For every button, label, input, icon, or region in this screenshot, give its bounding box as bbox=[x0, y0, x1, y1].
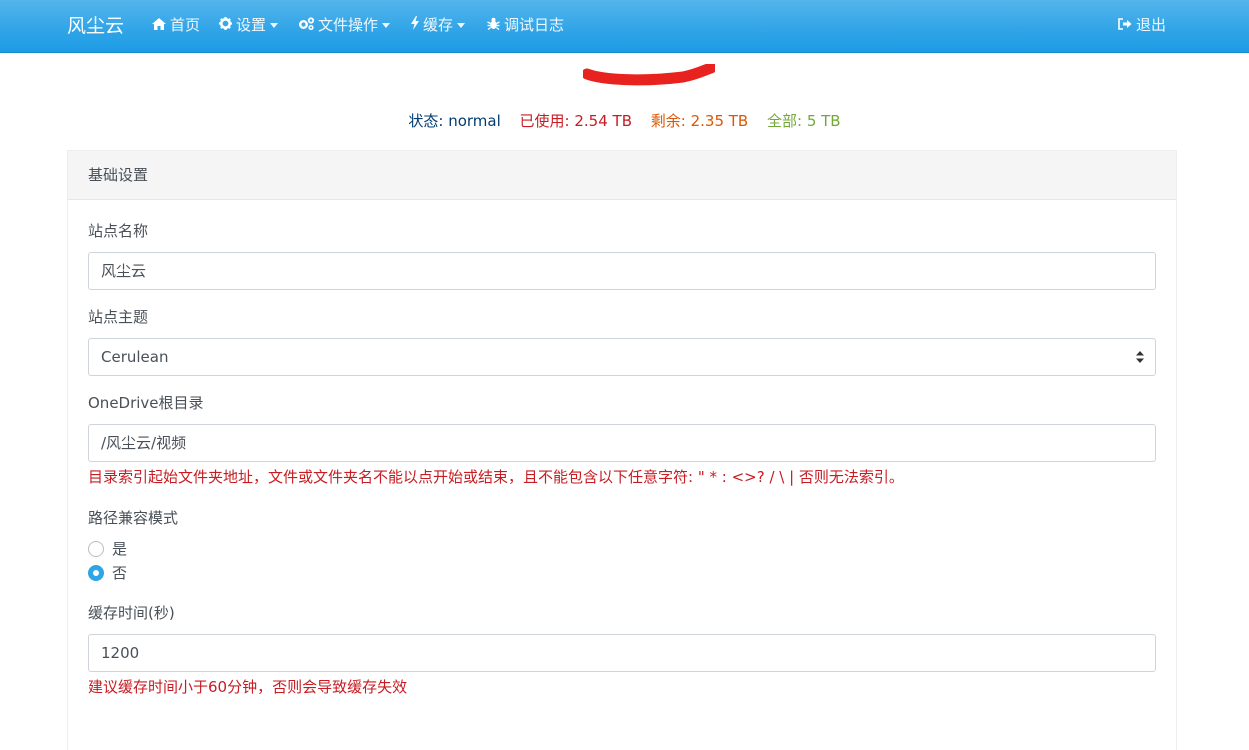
nav-file-ops-label: 文件操作 bbox=[318, 16, 379, 34]
root-dir-label: OneDrive根目录 bbox=[88, 394, 204, 412]
site-theme-select[interactable]: Cerulean bbox=[88, 338, 1156, 376]
path-compat-no-label: 否 bbox=[112, 564, 128, 582]
sign-out-icon bbox=[1117, 16, 1133, 38]
site-theme-selected-value: Cerulean bbox=[101, 348, 169, 366]
nav-home[interactable]: 首页 bbox=[151, 14, 200, 36]
caret-down-icon bbox=[382, 23, 391, 28]
cache-time-label: 缓存时间(秒) bbox=[88, 604, 175, 622]
home-icon bbox=[151, 16, 167, 38]
top-navbar: 风尘云 首页 设置 文件操作 缓存 调试日志 退出 bbox=[0, 0, 1249, 53]
nav-file-ops-dropdown[interactable]: 文件操作 bbox=[297, 14, 391, 38]
logout-label: 退出 bbox=[1136, 16, 1167, 34]
path-compat-label: 路径兼容模式 bbox=[88, 509, 179, 527]
status-remaining: 剩余: 2.35 TB bbox=[650, 112, 749, 130]
site-name-label: 站点名称 bbox=[88, 222, 149, 240]
status-used: 已使用: 2.54 TB bbox=[519, 112, 632, 130]
caret-down-icon bbox=[457, 23, 466, 28]
nav-settings-dropdown[interactable]: 设置 bbox=[217, 14, 279, 38]
root-dir-input[interactable]: /风尘云/视频 bbox=[88, 424, 1156, 462]
nav-cache-dropdown[interactable]: 缓存 bbox=[410, 14, 466, 38]
path-compat-option-yes[interactable]: 是 bbox=[88, 539, 127, 559]
radio-button-unchecked[interactable] bbox=[88, 541, 104, 557]
cache-time-help-text: 建议缓存时间小于60分钟，否则会导致缓存失效 bbox=[88, 678, 408, 696]
bug-icon bbox=[485, 16, 501, 38]
logout-button[interactable]: 退出 bbox=[1117, 14, 1166, 36]
radio-button-checked[interactable] bbox=[88, 565, 104, 581]
select-arrows-icon bbox=[1136, 351, 1144, 363]
nav-settings-label: 设置 bbox=[236, 16, 267, 34]
gears-icon bbox=[297, 16, 315, 38]
nav-debug-log-label: 调试日志 bbox=[504, 16, 565, 34]
card-header: 基础设置 bbox=[68, 151, 1176, 200]
gear-icon bbox=[217, 16, 233, 38]
brand-logo-text[interactable]: 风尘云 bbox=[67, 12, 124, 40]
bolt-icon bbox=[410, 16, 420, 38]
site-theme-label: 站点主题 bbox=[88, 308, 149, 326]
nav-cache-label: 缓存 bbox=[423, 16, 454, 34]
status-total: 全部: 5 TB bbox=[767, 112, 841, 130]
site-name-input[interactable]: 风尘云 bbox=[88, 252, 1156, 290]
status-state: 状态: normal bbox=[408, 112, 501, 130]
root-dir-help-text: 目录索引起始文件夹地址，文件或文件夹名不能以点开始或结束，且不能包含以下任意字符… bbox=[88, 468, 904, 486]
nav-debug-log[interactable]: 调试日志 bbox=[485, 14, 564, 36]
path-compat-option-no[interactable]: 否 bbox=[88, 563, 127, 583]
drive-status-bar: 状态: normal 已使用: 2.54 TB 剩余: 2.35 TB 全部: … bbox=[0, 111, 1249, 131]
path-compat-yes-label: 是 bbox=[112, 540, 128, 558]
nav-home-label: 首页 bbox=[170, 16, 201, 34]
redaction-mark bbox=[583, 64, 715, 86]
cache-time-input[interactable]: 1200 bbox=[88, 634, 1156, 672]
caret-down-icon bbox=[270, 23, 279, 28]
